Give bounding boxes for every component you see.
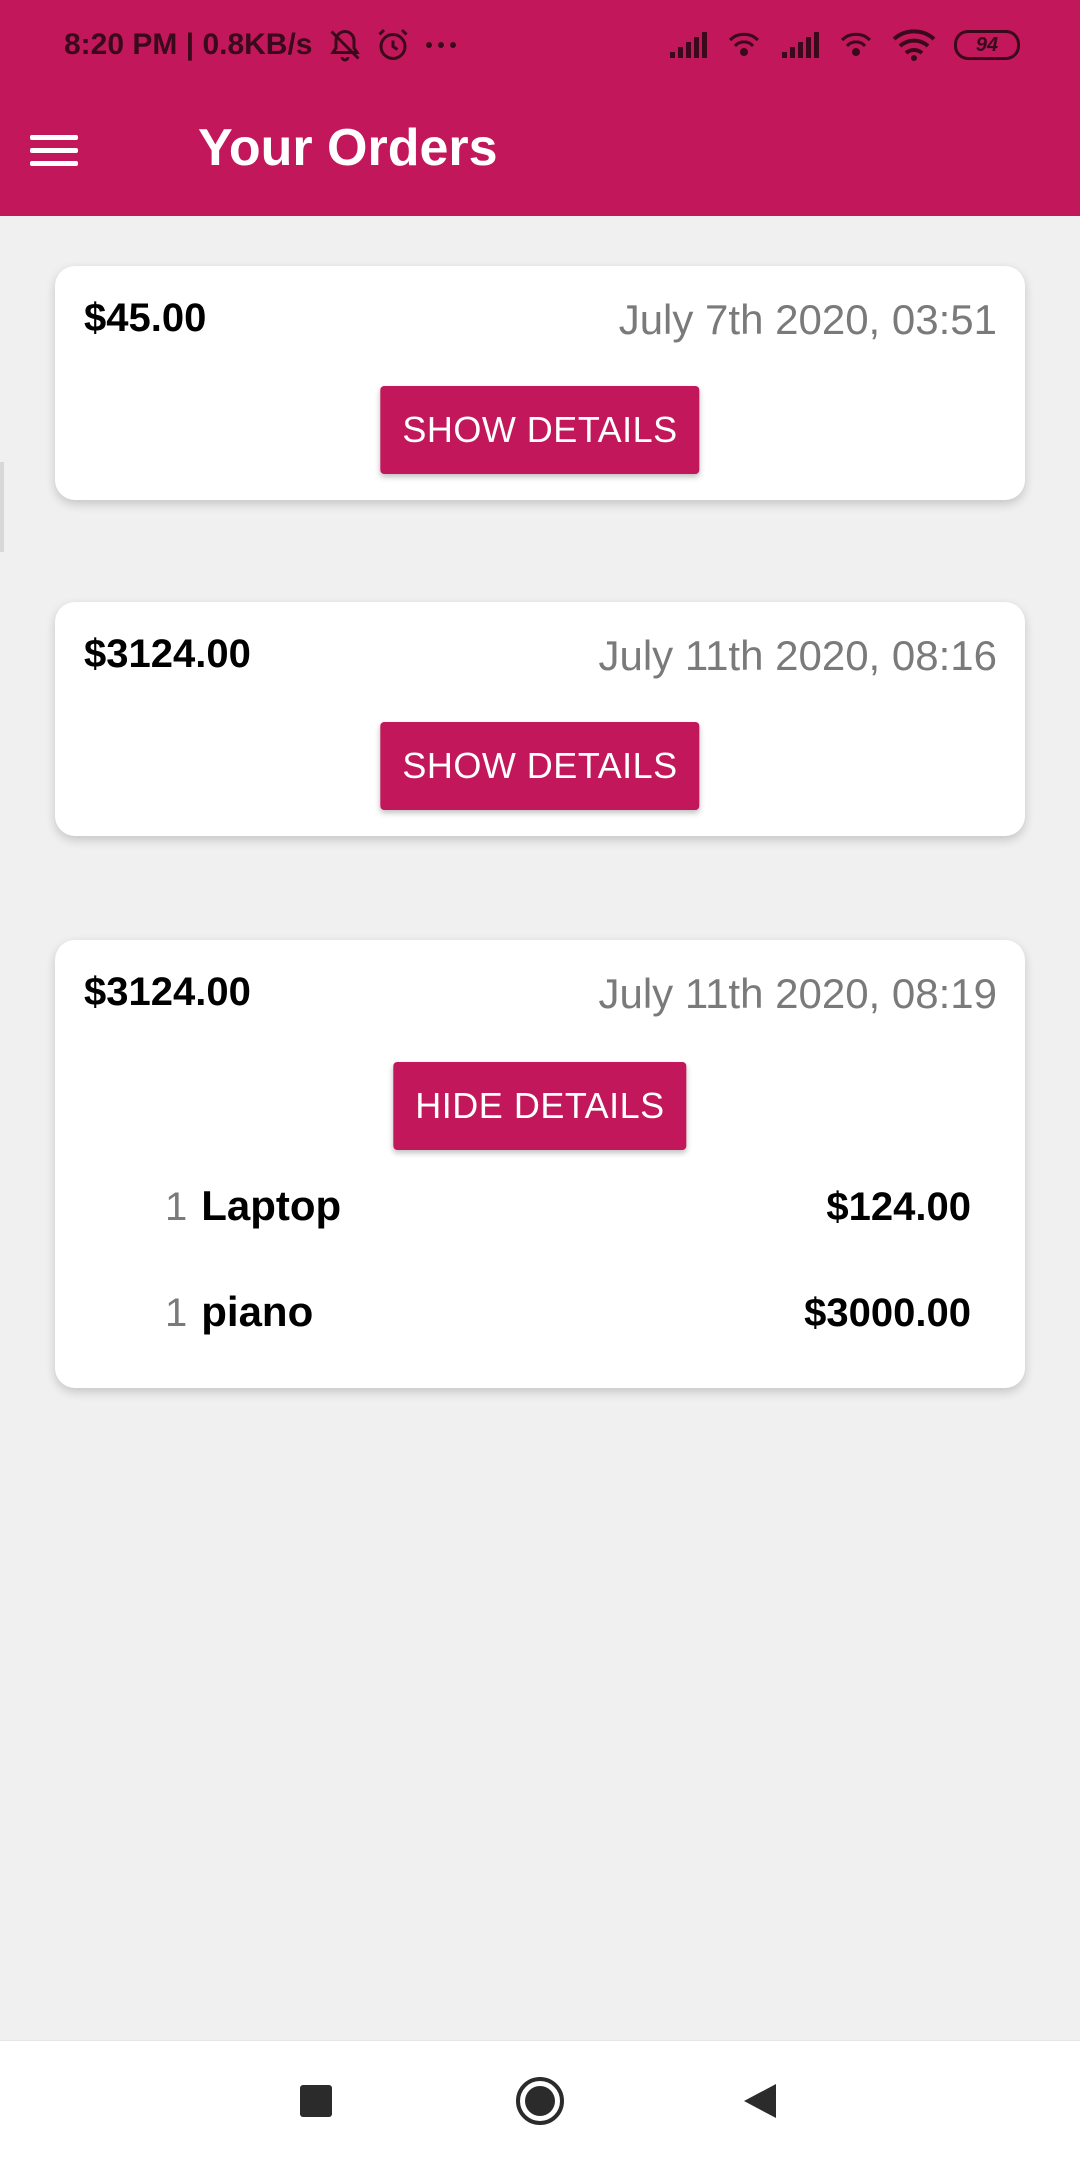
recents-square-icon[interactable]	[256, 2041, 376, 2160]
home-circle-icon[interactable]	[480, 2041, 600, 2160]
order-total: $3124.00	[84, 970, 251, 1014]
show-details-button[interactable]: SHOW DETAILS	[380, 722, 700, 810]
hide-details-button[interactable]: HIDE DETAILS	[393, 1062, 687, 1150]
order-item-left: 1 piano	[165, 1288, 313, 1336]
order-date: July 7th 2020, 03:51	[618, 296, 997, 343]
status-time-speed: 8:20 PM | 0.8KB/s	[64, 28, 313, 61]
order-item-row: 1 piano $3000.00	[165, 1288, 971, 1336]
item-price: $124.00	[826, 1185, 971, 1229]
wifi-hotspot-icon	[728, 32, 760, 56]
status-bar: 8:20 PM | 0.8KB/s 94	[0, 0, 1080, 90]
order-card: $3124.00 July 11th 2020, 08:16 SHOW DETA…	[55, 602, 1025, 836]
order-total: $3124.00	[84, 632, 251, 676]
wifi-hotspot-icon	[840, 32, 872, 56]
order-date: July 11th 2020, 08:16	[598, 632, 997, 679]
app-bar: Your Orders	[0, 90, 1080, 216]
menu-icon[interactable]	[30, 126, 78, 174]
more-dots-icon	[425, 42, 456, 48]
order-item-left: 1 Laptop	[165, 1182, 341, 1230]
system-nav-bar	[0, 2040, 1080, 2160]
alarm-icon	[377, 28, 408, 60]
back-triangle-icon[interactable]	[700, 2041, 820, 2160]
item-price: $3000.00	[804, 1291, 971, 1335]
item-name: Laptop	[201, 1182, 342, 1229]
battery-icon: 94	[954, 30, 1020, 60]
order-card: $45.00 July 7th 2020, 03:51 SHOW DETAILS	[55, 266, 1025, 500]
signal-icon	[782, 32, 819, 58]
wifi-icon	[892, 29, 936, 61]
drawer-edge-handle[interactable]	[0, 462, 4, 552]
status-left: 8:20 PM | 0.8KB/s	[64, 27, 459, 63]
status-icons-left	[327, 27, 459, 63]
signal-icon	[670, 32, 707, 58]
item-quantity: 1	[165, 1185, 188, 1229]
order-total: $45.00	[84, 296, 207, 340]
order-item-row: 1 Laptop $124.00	[165, 1182, 971, 1230]
order-date: July 11th 2020, 08:19	[598, 970, 997, 1017]
mute-bell-icon	[329, 29, 360, 62]
order-card: $3124.00 July 11th 2020, 08:19 HIDE DETA…	[55, 940, 1025, 1388]
item-quantity: 1	[165, 1291, 188, 1335]
page-title: Your Orders	[198, 119, 498, 177]
show-details-button[interactable]: SHOW DETAILS	[380, 386, 700, 474]
item-name: piano	[201, 1288, 314, 1335]
status-right: 94	[668, 29, 1020, 61]
battery-level: 94	[975, 33, 999, 56]
